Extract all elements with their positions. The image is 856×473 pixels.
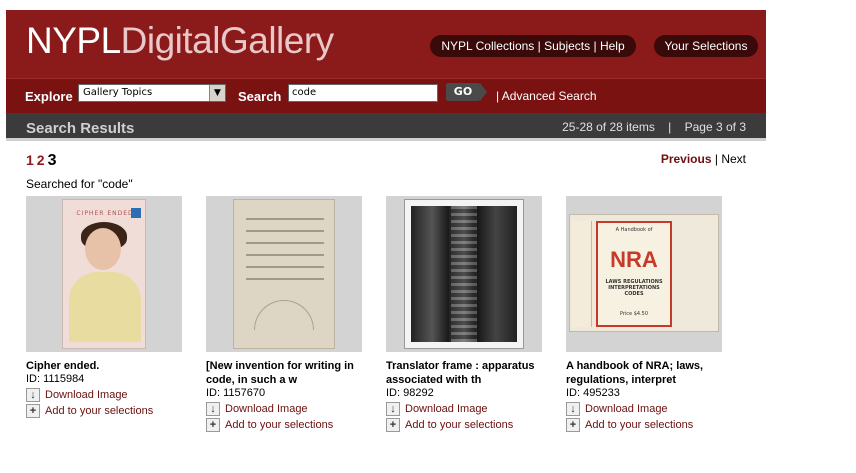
result-thumbnail[interactable]: A Handbook of NRA LAWS REGULATIONS INTER… (566, 196, 722, 352)
current-page: 3 (47, 152, 57, 169)
plus-icon[interactable]: + (386, 418, 400, 432)
flag-decoration (131, 208, 141, 218)
add-to-selections-link[interactable]: + Add to your selections (566, 418, 731, 432)
logo-digital-gallery: DigitalGallery (120, 20, 335, 61)
download-label[interactable]: Download Image (405, 402, 488, 416)
download-icon[interactable]: ↓ (206, 402, 220, 416)
download-icon[interactable]: ↓ (566, 402, 580, 416)
search-input[interactable]: code (288, 84, 438, 102)
search-label: Search (238, 89, 282, 104)
arc-diagram (254, 300, 314, 330)
text-line (246, 266, 324, 268)
download-image-link[interactable]: ↓ Download Image (386, 402, 551, 416)
thumbnail-image: CIPHER ENDED (62, 199, 146, 349)
top-nav: NYPL Collections | Subjects | Help (430, 35, 636, 57)
result-id: ID: 495233 (566, 387, 620, 399)
cover-title: NRA (610, 247, 658, 272)
add-label[interactable]: Add to your selections (405, 418, 513, 432)
download-label[interactable]: Download Image (225, 402, 308, 416)
text-line (246, 278, 324, 280)
thumbnail-image (404, 199, 524, 349)
results-title: Search Results (26, 120, 135, 137)
page-link-2[interactable]: 2 (37, 152, 45, 168)
result-card: [New invention for writing in code, in s… (206, 196, 371, 432)
next-link: Next (721, 152, 746, 166)
advanced-search-link[interactable]: | Advanced Search (496, 89, 597, 103)
thumbnail-image: A Handbook of NRA LAWS REGULATIONS INTER… (569, 214, 719, 332)
result-title[interactable]: [New invention for writing in code, in s… (206, 359, 366, 387)
add-label[interactable]: Add to your selections (45, 404, 153, 418)
go-button[interactable]: GO (446, 83, 487, 101)
result-card: A Handbook of NRA LAWS REGULATIONS INTER… (566, 196, 731, 432)
result-thumbnail[interactable] (386, 196, 542, 352)
plus-icon[interactable]: + (206, 418, 220, 432)
your-selections-link[interactable]: Your Selections (654, 35, 758, 57)
explore-select[interactable]: Gallery Topics ▼ (78, 84, 226, 102)
dropdown-arrow-icon[interactable]: ▼ (209, 85, 225, 101)
add-to-selections-link[interactable]: + Add to your selections (26, 404, 191, 418)
text-line (246, 242, 324, 244)
cover-price: Price $4.50 (619, 311, 649, 317)
book-spine (572, 221, 592, 327)
nav-collections-link[interactable]: NYPL Collections (441, 39, 534, 53)
results-bar: Search Results 25-28 of 28 items | Page … (6, 113, 766, 141)
site-header: NYPLDigitalGallery NYPL Collections | Su… (6, 10, 766, 113)
page-link-1[interactable]: 1 (26, 152, 34, 168)
result-id: ID: 98292 (386, 387, 434, 399)
download-icon[interactable]: ↓ (26, 388, 40, 402)
add-label[interactable]: Add to your selections (225, 418, 333, 432)
prev-next-nav: Previous | Next (661, 152, 746, 166)
explore-label: Explore (25, 89, 73, 104)
cover-contents: LAWS REGULATIONS INTERPRETATIONS CODES (605, 279, 663, 297)
results-info: 25-28 of 28 items | Page 3 of 3 (562, 120, 746, 134)
download-icon[interactable]: ↓ (386, 402, 400, 416)
site-logo[interactable]: NYPLDigitalGallery (26, 20, 334, 62)
result-title[interactable]: A handbook of NRA; laws, regulations, in… (566, 359, 726, 387)
add-to-selections-link[interactable]: + Add to your selections (206, 418, 371, 432)
thumbnail-image (233, 199, 335, 349)
prev-next-separator: | (711, 152, 722, 166)
download-image-link[interactable]: ↓ Download Image (26, 388, 191, 402)
add-to-selections-link[interactable]: + Add to your selections (386, 418, 551, 432)
text-line (246, 254, 324, 256)
nav-separator: | (534, 39, 545, 53)
plus-icon[interactable]: + (26, 404, 40, 418)
cover-heading: A Handbook of (615, 227, 653, 233)
nav-separator: | (590, 39, 600, 53)
download-label[interactable]: Download Image (585, 402, 668, 416)
download-image-link[interactable]: ↓ Download Image (206, 402, 371, 416)
download-image-link[interactable]: ↓ Download Image (566, 402, 731, 416)
add-label[interactable]: Add to your selections (585, 418, 693, 432)
photo-frame (411, 206, 517, 342)
result-id: ID: 1115984 (26, 373, 85, 385)
dress-shape (69, 272, 141, 342)
result-thumbnail[interactable]: CIPHER ENDED (26, 196, 182, 352)
download-label[interactable]: Download Image (45, 388, 128, 402)
result-id: ID: 1157670 (206, 387, 266, 399)
nav-subjects-link[interactable]: Subjects (544, 39, 590, 53)
plus-icon[interactable]: + (566, 418, 580, 432)
face-shape (85, 228, 121, 270)
explore-select-value: Gallery Topics (83, 87, 153, 98)
pagination: 123 (26, 152, 57, 170)
result-card: Translator frame : apparatus associated … (386, 196, 551, 432)
result-title[interactable]: Translator frame : apparatus associated … (386, 359, 546, 387)
text-line (246, 218, 324, 220)
logo-nypl: NYPL (26, 20, 121, 61)
searched-for-text: Searched for "code" (26, 177, 133, 191)
result-title[interactable]: Cipher ended. (26, 359, 186, 373)
search-bar: Explore Gallery Topics ▼ Search code GO … (6, 78, 766, 113)
nav-help-link[interactable]: Help (600, 39, 625, 53)
result-card: CIPHER ENDED Cipher ended. ID: 1115984 ↓… (26, 196, 191, 418)
previous-link[interactable]: Previous (661, 152, 712, 166)
text-line (246, 230, 324, 232)
book-cover: A Handbook of NRA LAWS REGULATIONS INTER… (596, 221, 672, 327)
result-thumbnail[interactable] (206, 196, 362, 352)
